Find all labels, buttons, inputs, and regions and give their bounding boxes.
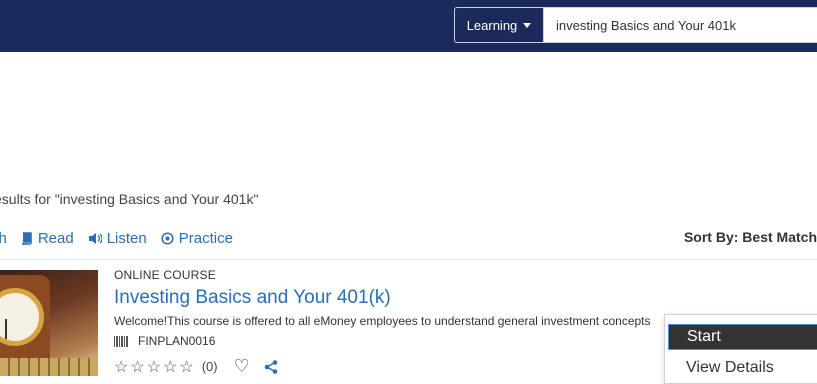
barcode-icon [114,335,128,347]
book-icon [22,232,32,245]
course-title-link[interactable]: Investing Basics and Your 401(k) [114,287,391,309]
global-search: Learning [454,7,817,43]
filter-practice[interactable]: Practice [161,230,233,247]
clock-hand [5,319,7,339]
star-icon[interactable]: ☆ [179,357,193,377]
star-icon[interactable]: ☆ [130,357,144,377]
volume-icon [88,233,102,244]
heart-icon[interactable]: ♡ [234,356,250,377]
sort-dropdown[interactable]: Sort By: Best Match [684,229,817,245]
search-input[interactable] [543,7,817,43]
filter-label-listen: Listen [106,230,147,247]
divider [0,259,817,260]
coins-image [0,358,98,376]
course-action-menu: Start View Details [664,314,817,384]
filter-listen[interactable]: Listen [88,230,147,247]
filter-label-read: Read [37,230,74,247]
page-banner [0,52,817,176]
top-navigation-bar: Learning [0,0,817,52]
star-icon[interactable]: ☆ [147,357,161,377]
filter-search[interactable]: ch [0,230,7,247]
filter-read[interactable]: Read [21,230,74,247]
search-scope-dropdown[interactable]: Learning [454,7,543,43]
course-code-row: FINPLAN0016 [114,334,215,348]
filter-label-practice: Practice [178,230,233,247]
course-code: FINPLAN0016 [138,334,216,348]
star-icon[interactable]: ☆ [163,357,177,377]
course-type-label: ONLINE COURSE [114,268,216,282]
star-icon[interactable]: ☆ [114,357,128,377]
chevron-down-icon [523,23,532,28]
results-summary: esults for "investing Basics and Your 40… [0,191,259,207]
course-thumbnail[interactable] [0,270,98,376]
view-details-link[interactable]: View Details [686,359,774,377]
filter-label-search: ch [0,230,7,247]
share-icon[interactable] [264,359,278,374]
search-scope-label: Learning [466,17,518,33]
content-type-filters: ch Read Listen Practice [0,230,233,247]
start-button[interactable]: Start [668,324,817,350]
target-icon [161,232,174,245]
rating-row: ☆ ☆ ☆ ☆ ☆ (0) ♡ [114,356,278,377]
rating-count: (0) [201,359,218,374]
course-description: Welcome!This course is offered to all eM… [114,314,651,328]
